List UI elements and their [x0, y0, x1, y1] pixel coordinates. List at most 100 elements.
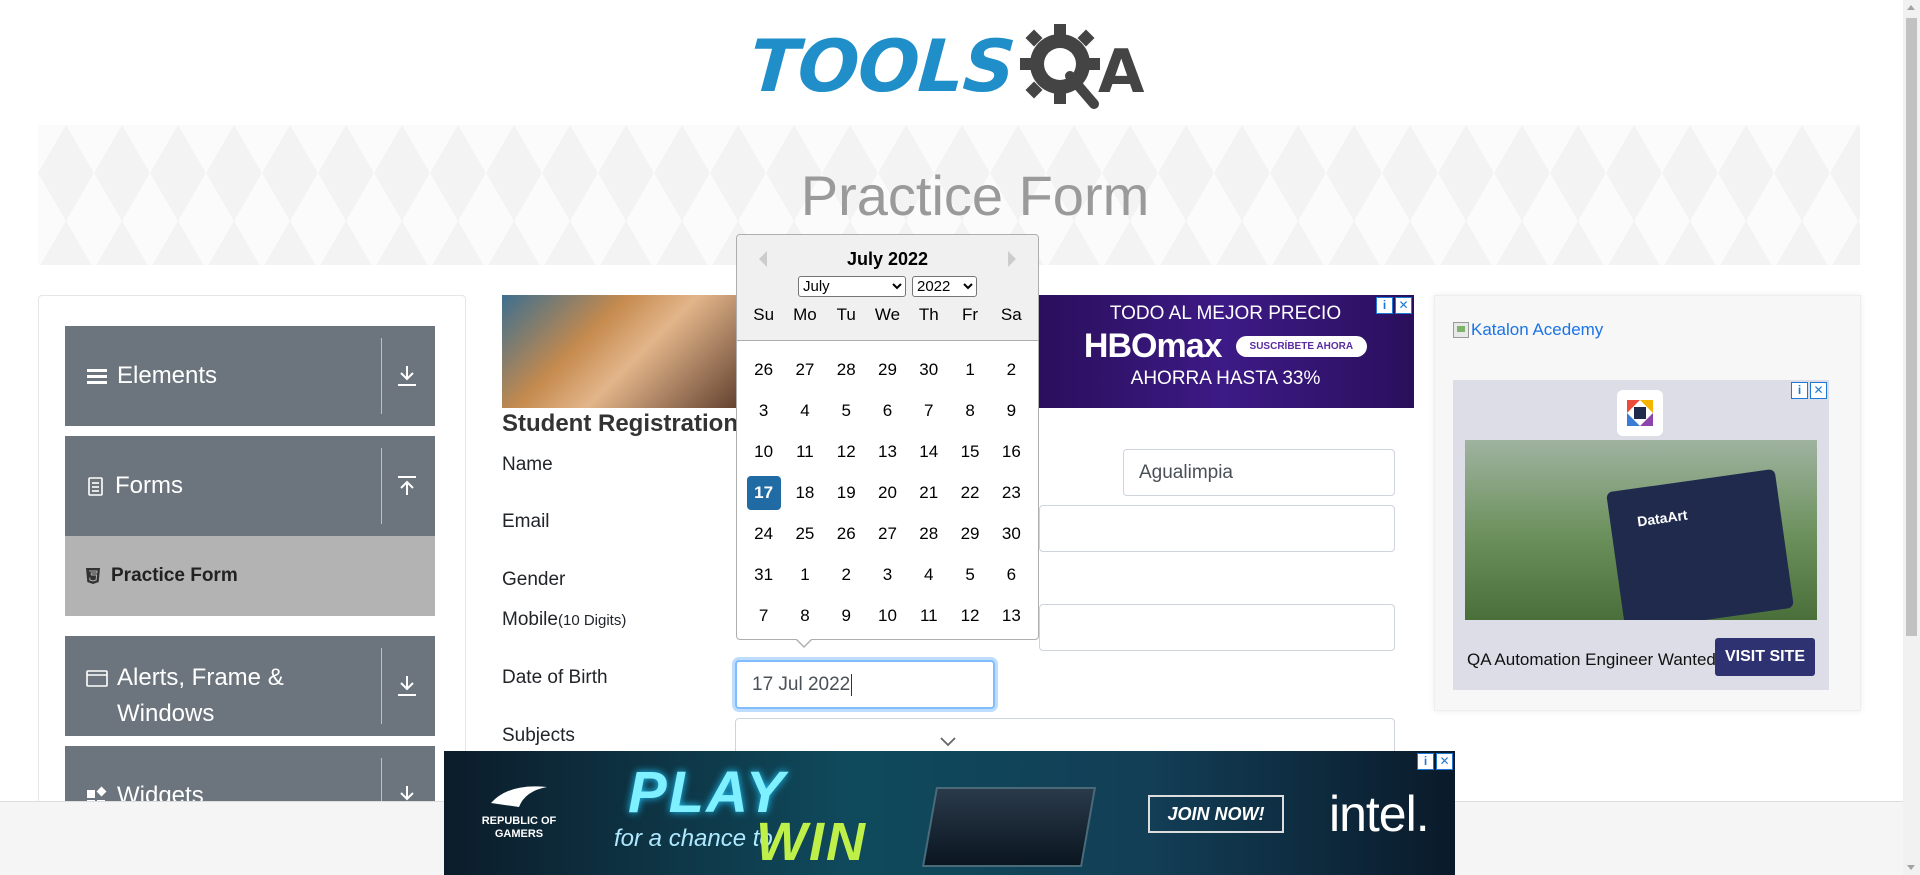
- calendar-day[interactable]: 13: [870, 435, 904, 469]
- datepicker-current-month: July 2022: [846, 249, 929, 269]
- download-icon[interactable]: [393, 672, 421, 700]
- calendar-day[interactable]: 12: [829, 435, 863, 469]
- calendar-day[interactable]: 11: [788, 435, 822, 469]
- ad-laptop-image: [921, 787, 1097, 867]
- vertical-scrollbar[interactable]: [1903, 0, 1920, 875]
- calendar-day[interactable]: 9: [994, 394, 1028, 428]
- ad-cta-button[interactable]: SUSCRÍBETE AHORA: [1235, 336, 1368, 357]
- calendar-day[interactable]: 23: [994, 476, 1028, 510]
- ad-close-icon[interactable]: ✕: [1436, 753, 1453, 770]
- calendar-day[interactable]: 29: [870, 353, 904, 387]
- year-select[interactable]: 2022: [912, 276, 977, 297]
- calendar-day[interactable]: 11: [912, 599, 946, 633]
- sidebar-group-label-line2: Windows: [117, 700, 215, 727]
- ad-choices[interactable]: i ✕: [1417, 753, 1453, 770]
- form-section-title: Student Registration: [502, 410, 739, 437]
- dataart-logo-icon: [1617, 390, 1663, 436]
- calendar-day[interactable]: 8: [953, 394, 987, 428]
- ad-close-icon[interactable]: ✕: [1810, 382, 1827, 399]
- ad-close-icon[interactable]: ✕: [1395, 297, 1412, 314]
- toolsqa-logo[interactable]: TOOLS A: [747, 18, 1155, 114]
- join-now-button[interactable]: JOIN NOW!: [1148, 795, 1284, 833]
- calendar-day[interactable]: 30: [912, 353, 946, 387]
- calendar-day[interactable]: 26: [747, 353, 781, 387]
- email-input[interactable]: [1039, 505, 1395, 552]
- dob-input[interactable]: 17 Jul 2022: [735, 660, 995, 709]
- visit-site-button[interactable]: VISIT SITE: [1715, 638, 1815, 676]
- calendar-day[interactable]: 6: [870, 394, 904, 428]
- scrollbar-thumb[interactable]: [1906, 18, 1917, 636]
- calendar-day[interactable]: 7: [912, 394, 946, 428]
- calendar-day[interactable]: 21: [912, 476, 946, 510]
- calendar-day[interactable]: 28: [912, 517, 946, 551]
- calendar-day[interactable]: 1: [788, 558, 822, 592]
- calendar-day[interactable]: 2: [994, 353, 1028, 387]
- calendar-day[interactable]: 28: [829, 353, 863, 387]
- sidebar-group-elements[interactable]: Elements: [65, 326, 435, 426]
- mobile-input[interactable]: [1039, 604, 1395, 651]
- download-icon[interactable]: [393, 362, 421, 390]
- calendar-day[interactable]: 5: [953, 558, 987, 592]
- calendar-day[interactable]: 4: [912, 558, 946, 592]
- calendar-day[interactable]: 19: [829, 476, 863, 510]
- calendar-day[interactable]: 5: [829, 394, 863, 428]
- month-select[interactable]: July: [798, 276, 906, 297]
- calendar-day[interactable]: 18: [788, 476, 822, 510]
- hbo-ad[interactable]: TODO AL MEJOR PRECIO HBOmax SUSCRÍBETE A…: [1037, 295, 1414, 408]
- calendar-day[interactable]: 6: [994, 558, 1028, 592]
- calendar-day[interactable]: 7: [747, 599, 781, 633]
- window-icon: [86, 670, 108, 687]
- calendar-day[interactable]: 1: [953, 353, 987, 387]
- calendar-day[interactable]: 12: [953, 599, 987, 633]
- ad-info-icon[interactable]: i: [1791, 382, 1808, 399]
- calendar-day[interactable]: 27: [870, 517, 904, 551]
- calendar-week: 7 8 9 10 11 12 13: [743, 595, 1032, 636]
- calendar-day[interactable]: 24: [747, 517, 781, 551]
- calendar-day[interactable]: 10: [870, 599, 904, 633]
- katalon-link[interactable]: Katalon Acedemy: [1453, 320, 1603, 340]
- calendar-day[interactable]: 20: [870, 476, 904, 510]
- day-of-week: We: [874, 305, 901, 324]
- bottom-ad-banner[interactable]: REPUBLIC OF GAMERS PLAY for a chance to …: [444, 751, 1455, 875]
- calendar-day[interactable]: 25: [788, 517, 822, 551]
- calendar-day[interactable]: 27: [788, 353, 822, 387]
- last-name-input[interactable]: Agualimpia: [1123, 449, 1395, 496]
- ad-choices[interactable]: i ✕: [1791, 382, 1827, 399]
- calendar-day[interactable]: 10: [747, 435, 781, 469]
- day-of-week-row: Su Mo Tu We Th Fr Sa: [737, 305, 1038, 325]
- calendar-day[interactable]: 13: [994, 599, 1028, 633]
- calendar-day[interactable]: 4: [788, 394, 822, 428]
- ad-info-icon[interactable]: i: [1417, 753, 1434, 770]
- sidebar-group-forms[interactable]: Forms: [65, 436, 435, 536]
- calendar-day[interactable]: 15: [953, 435, 987, 469]
- text-caret: [851, 673, 853, 696]
- calendar-day[interactable]: 2: [829, 558, 863, 592]
- ad-info-icon[interactable]: i: [1376, 297, 1393, 314]
- calendar-day[interactable]: 31: [747, 558, 781, 592]
- next-month-icon[interactable]: [1008, 251, 1016, 267]
- prev-month-icon[interactable]: [759, 251, 767, 267]
- calendar-day[interactable]: 30: [994, 517, 1028, 551]
- calendar-day[interactable]: 8: [788, 599, 822, 633]
- calendar-day[interactable]: 16: [994, 435, 1028, 469]
- sidebar-item-practice-form[interactable]: Practice Form: [65, 536, 435, 616]
- rog-brand-text: REPUBLIC OF GAMERS: [481, 815, 557, 841]
- dataart-ad[interactable]: i ✕ DataArt QA Automation Engineer Wante…: [1453, 380, 1829, 690]
- name-label: Name: [502, 454, 553, 475]
- calendar-day[interactable]: 17: [746, 475, 781, 510]
- scroll-down-icon[interactable]: [1907, 865, 1915, 870]
- scroll-up-icon[interactable]: [1907, 5, 1915, 10]
- calendar-day[interactable]: 14: [912, 435, 946, 469]
- calendar-day[interactable]: 29: [953, 517, 987, 551]
- calendar-day[interactable]: 22: [953, 476, 987, 510]
- sidebar-group-alerts[interactable]: Alerts, Frame & Windows: [65, 636, 435, 736]
- calendar-day[interactable]: 9: [829, 599, 863, 633]
- calendar-day[interactable]: 26: [829, 517, 863, 551]
- calendar-day[interactable]: 3: [747, 394, 781, 428]
- datepicker-popup[interactable]: July 2022 July 2022 Su Mo Tu We Th Fr Sa…: [736, 234, 1039, 648]
- email-label: Email: [502, 511, 550, 532]
- ad-choices[interactable]: i ✕: [1376, 297, 1412, 314]
- logo-text: TOOLS: [747, 24, 1018, 108]
- upload-icon[interactable]: [393, 472, 421, 500]
- calendar-day[interactable]: 3: [870, 558, 904, 592]
